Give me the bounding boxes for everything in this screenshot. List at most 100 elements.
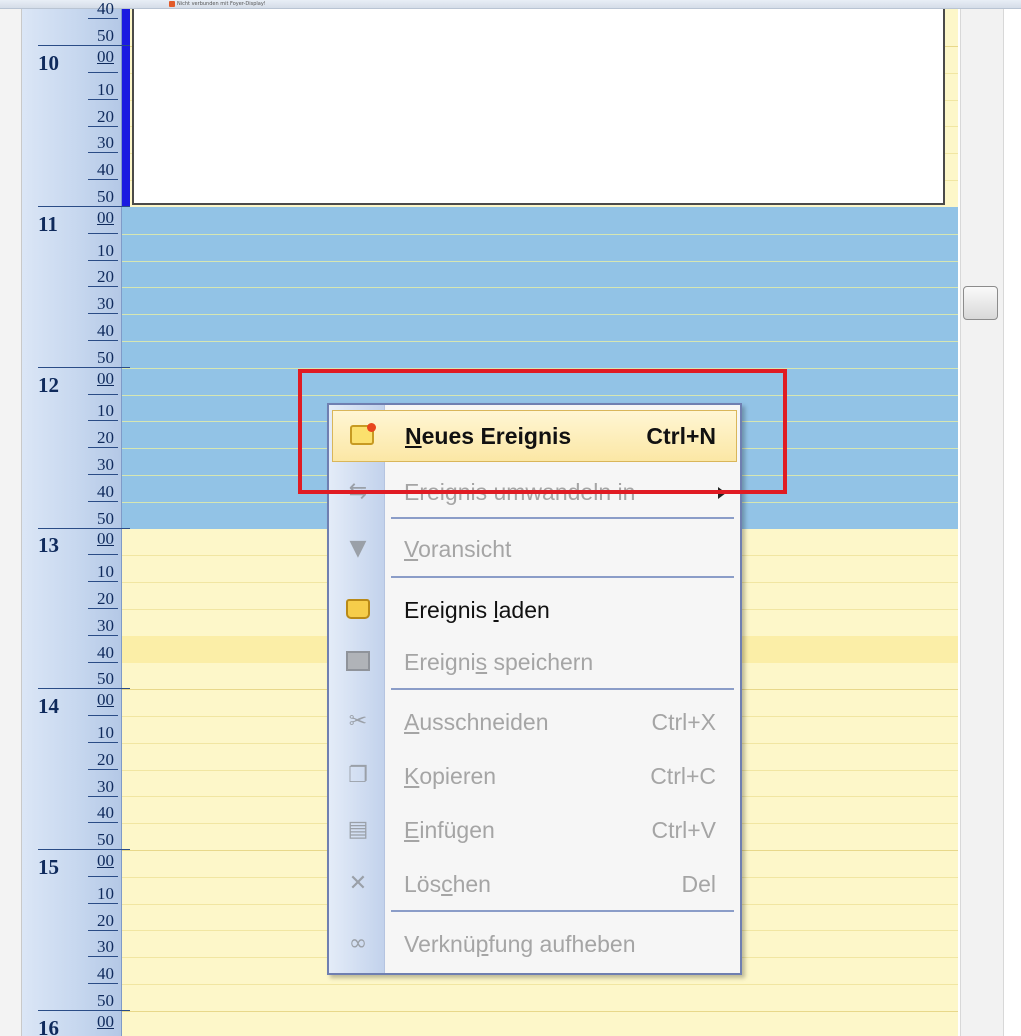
- ruler-minute-row: 20: [22, 421, 122, 449]
- unlink-icon: ∞: [348, 931, 368, 956]
- copy-icon: ❐: [348, 763, 368, 788]
- menu-item-shortcut: Ctrl+C: [650, 763, 716, 789]
- ruler-minute-label: 10: [97, 562, 114, 582]
- ruler-hour-label: 12: [38, 372, 59, 397]
- menu-item-ausschneiden[interactable]: ✂ Ausschneiden Ctrl+X: [329, 697, 740, 747]
- ruler-minute-label: 50: [97, 669, 114, 689]
- ruler-minute-label: 30: [97, 937, 114, 957]
- ruler-minute-row: 50: [22, 823, 130, 851]
- ruler-minute-label: 30: [97, 455, 114, 474]
- ruler-minute-label: 30: [97, 776, 114, 796]
- menu-separator: [391, 517, 734, 519]
- ruler-minute-label: 10: [97, 401, 114, 421]
- ruler-minute-label: 20: [97, 589, 114, 608]
- ruler-minute-label: 30: [97, 133, 114, 153]
- warning-icon: [169, 1, 175, 7]
- ruler-minute-row: 50: [22, 662, 130, 690]
- ruler-minute-label: 50: [97, 508, 114, 528]
- menu-item-label: Ausschneiden: [404, 709, 549, 735]
- ruler-minute-row: 40: [22, 796, 122, 824]
- ruler-minute-label: 20: [97, 910, 114, 930]
- ruler-hour-label: 16: [38, 1015, 59, 1036]
- ruler-minute-row: 30: [22, 287, 122, 315]
- ruler-minute-label: 00: [97, 47, 114, 66]
- menu-item-kopieren[interactable]: ❐ Kopieren Ctrl+C: [329, 751, 740, 801]
- ruler-minute-label: 00: [97, 368, 114, 388]
- ruler-minute-label: 30: [97, 294, 114, 314]
- ruler-minute-label: 00: [97, 690, 114, 710]
- ruler-hour-label: 11: [38, 211, 58, 236]
- menu-item-ereignis-speichern[interactable]: Ereignis speichern: [329, 637, 740, 687]
- menu-item-shortcut: Ctrl+X: [651, 709, 716, 735]
- ruler-minute-label: 40: [97, 321, 114, 340]
- ruler-hour-label: 14: [38, 694, 59, 719]
- ruler-minute-label: 10: [97, 79, 114, 99]
- menu-item-label: Einfügen: [404, 817, 495, 843]
- top-status-strip: Nicht verbunden mit Foyer-Display!: [0, 0, 1021, 9]
- ruler-minute-row: 10: [22, 555, 122, 583]
- ruler-minute-label: 40: [97, 481, 114, 501]
- ruler-minute-label: 20: [97, 267, 114, 287]
- menu-item-l-schen[interactable]: ✕ Löschen Del: [329, 859, 740, 909]
- ruler-minute-label: 10: [97, 723, 114, 742]
- menu-item-ereignis-laden[interactable]: Ereignis laden: [329, 585, 740, 635]
- ruler-minute-label: 20: [97, 749, 114, 769]
- scissors-icon: ✂: [348, 709, 368, 734]
- ruler-minute-label: 00: [97, 851, 114, 870]
- ruler-minute-row: 20: [22, 100, 122, 127]
- ruler-minute-label: 20: [97, 106, 114, 126]
- right-window-edge: [1004, 9, 1021, 1036]
- ruler-minute-label: 00: [97, 1011, 114, 1031]
- ruler-minute-label: 40: [97, 803, 114, 823]
- selection-grid-line: [122, 341, 958, 342]
- menu-separator: [391, 576, 734, 578]
- grid-line: [122, 1010, 958, 1012]
- menu-item-einf-gen[interactable]: ▤ Einfügen Ctrl+V: [329, 805, 740, 855]
- ruler-minute-label: 50: [97, 187, 114, 206]
- ruler-minute-label: 50: [97, 347, 114, 367]
- time-ruler: 40 50 10 00 10 20 30 40 50 11 00 10 20 30 40 50 12 00 10 20…: [22, 0, 130, 1036]
- folder-icon: [346, 599, 370, 619]
- selection-grid-line: [122, 260, 958, 262]
- event-busy-marker: [122, 9, 130, 207]
- ruler-minute-row: 40: [22, 957, 122, 985]
- ruler-hour-row: 16 00: [22, 1011, 122, 1036]
- preview-icon: ▼: [349, 536, 367, 561]
- menu-separator: [391, 688, 734, 690]
- ruler-minute-label: 10: [97, 883, 114, 903]
- ruler-minute-row: 40: [22, 153, 122, 181]
- menu-item-verkn-pfung-aufheben[interactable]: ∞ Verknüpfung aufheben: [329, 919, 740, 969]
- ruler-minute-label: 40: [97, 964, 114, 984]
- ruler-minute-row: 30: [22, 770, 122, 797]
- calendar-event[interactable]: [132, 9, 945, 205]
- ruler-minute-row: 40: [22, 636, 122, 663]
- ruler-minute-row: 30: [22, 609, 122, 636]
- ruler-minute-row: 50: [22, 19, 130, 47]
- menu-item-voransicht[interactable]: ▼ Voransicht: [329, 524, 740, 574]
- scrollbar-thumb[interactable]: [963, 286, 998, 320]
- ruler-minute-label: 00: [97, 207, 114, 227]
- delete-icon: ✕: [348, 871, 368, 896]
- ruler-hour-row: 11 00: [22, 207, 122, 236]
- menu-separator: [391, 910, 734, 912]
- menu-item-shortcut: Ctrl+V: [651, 817, 716, 843]
- menu-item-label: Verknüpfung aufheben: [404, 931, 636, 957]
- grid-line: [122, 984, 958, 985]
- vertical-scrollbar[interactable]: [960, 9, 1004, 1036]
- ruler-minute-row: 10: [22, 716, 122, 743]
- ruler-minute-label: 50: [97, 26, 114, 46]
- annotation-frame: [298, 369, 787, 494]
- ruler-minute-row: 20: [22, 582, 122, 609]
- selection-grid-line: [122, 287, 958, 289]
- menu-item-label: Kopieren: [404, 763, 497, 789]
- ruler-minute-label: 40: [97, 642, 114, 662]
- ruler-minute-row: 40: [22, 314, 122, 341]
- ruler-minute-row: 30: [22, 448, 122, 475]
- paste-icon: ▤: [347, 817, 369, 842]
- ruler-minute-row: 20: [22, 743, 122, 770]
- ruler-minute-row: 10: [22, 394, 122, 422]
- ruler-hour-label: 15: [38, 855, 59, 879]
- connection-status: Nicht verbunden mit Foyer-Display!: [177, 1, 266, 7]
- ruler-minute-label: 40: [97, 0, 114, 19]
- ruler-minute-row: 50: [22, 984, 130, 1011]
